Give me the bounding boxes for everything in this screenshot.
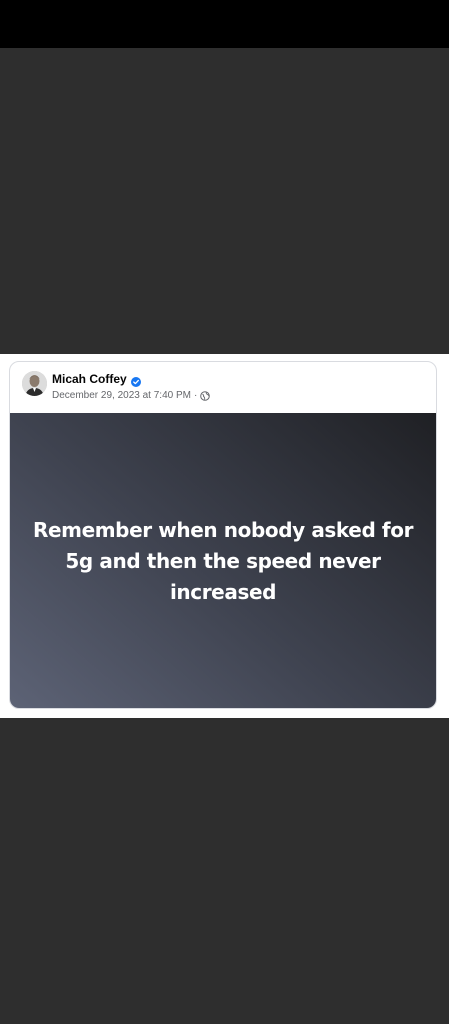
post-text: Remember when nobody asked for 5g and th… (32, 518, 414, 604)
post-timestamp[interactable]: December 29, 2023 at 7:40 PM (52, 390, 191, 401)
meta-separator: · (193, 390, 198, 401)
post-card: Micah Coffey December 29, 2023 at 7:40 P… (9, 361, 437, 709)
post-container: Micah Coffey December 29, 2023 at 7:40 P… (0, 354, 449, 718)
author-name[interactable]: Micah Coffey (52, 372, 127, 386)
post-meta: December 29, 2023 at 7:40 PM · (52, 389, 211, 402)
author-row: Micah Coffey (52, 371, 141, 387)
verified-badge-icon (130, 374, 141, 387)
post-body: Remember when nobody asked for 5g and th… (10, 413, 436, 708)
globe-icon[interactable] (200, 390, 211, 401)
post-header: Micah Coffey December 29, 2023 at 7:40 P… (10, 362, 436, 412)
status-bar (0, 0, 449, 48)
avatar[interactable] (22, 371, 47, 396)
